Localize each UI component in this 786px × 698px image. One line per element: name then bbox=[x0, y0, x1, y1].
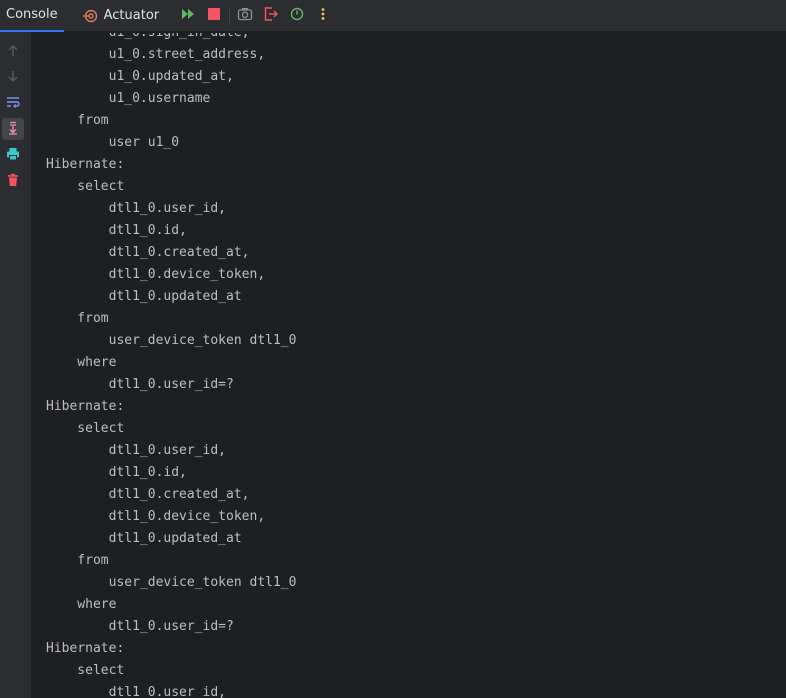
console-line: user_device_token dtl1_0 bbox=[46, 333, 297, 348]
toolbar-divider bbox=[229, 6, 231, 25]
scroll-down-icon bbox=[6, 68, 20, 87]
console-line: dtl1_0.id, bbox=[46, 223, 187, 238]
console-line: dtl1_0.user_id, bbox=[46, 685, 227, 698]
scroll-to-end-button[interactable] bbox=[2, 118, 24, 140]
console-line: dtl1_0.device_token, bbox=[46, 509, 266, 524]
console-line: select bbox=[46, 663, 125, 678]
console-line: dtl1_0.user_id=? bbox=[46, 619, 234, 634]
console-text: u1_0.sign_in_date, u1_0.street_address, … bbox=[46, 33, 296, 698]
console-line: Hibernate: bbox=[46, 641, 125, 656]
console-line: select bbox=[46, 421, 125, 436]
console-line: u1_0.updated_at, bbox=[46, 69, 234, 84]
scroll-down-button[interactable] bbox=[2, 66, 24, 88]
stop-button[interactable] bbox=[201, 3, 227, 29]
soft-wrap-button[interactable] bbox=[2, 92, 24, 114]
tab-console-label: Console bbox=[6, 7, 58, 22]
console-line: dtl1_0.user_id, bbox=[46, 201, 227, 216]
tab-actuator-label: Actuator bbox=[103, 8, 160, 23]
stop-icon bbox=[206, 6, 222, 26]
camera-icon bbox=[237, 6, 253, 26]
console-line: u1_0.street_address, bbox=[46, 47, 266, 62]
power-icon bbox=[289, 6, 305, 26]
console-line: where bbox=[46, 355, 117, 370]
console-line: from bbox=[46, 311, 109, 326]
exit-icon bbox=[263, 6, 279, 26]
scroll-up-button[interactable] bbox=[2, 41, 24, 63]
console-line: dtl1_0.created_at, bbox=[46, 487, 250, 502]
console-line: where bbox=[46, 597, 117, 612]
tab-console[interactable]: Console bbox=[0, 0, 64, 32]
clear-button[interactable] bbox=[2, 170, 24, 192]
console-line: dtl1_0.device_token, bbox=[46, 267, 266, 282]
power-button[interactable] bbox=[284, 3, 310, 29]
print-icon bbox=[6, 146, 20, 165]
console-line: dtl1_0.updated_at bbox=[46, 289, 242, 304]
console-line: dtl1_0.updated_at bbox=[46, 531, 242, 546]
console-line: dtl1_0.user_id=? bbox=[46, 377, 234, 392]
console-line: user u1_0 bbox=[46, 135, 180, 150]
console-line: Hibernate: bbox=[46, 157, 125, 172]
console-line: dtl1_0.id, bbox=[46, 465, 187, 480]
scroll-to-end-icon bbox=[6, 120, 20, 139]
soft-wrap-icon bbox=[6, 94, 20, 113]
clear-icon bbox=[6, 172, 20, 191]
scroll-up-icon bbox=[6, 43, 20, 62]
console-line: dtl1_0.user_id, bbox=[46, 443, 227, 458]
resume-button[interactable] bbox=[175, 3, 201, 29]
more-button[interactable] bbox=[310, 3, 336, 29]
console-line: u1_0.username bbox=[46, 91, 211, 106]
console-line: from bbox=[46, 113, 109, 128]
console-line: user_device_token dtl1_0 bbox=[46, 575, 297, 590]
resume-icon bbox=[180, 6, 196, 26]
console-line: Hibernate: bbox=[46, 399, 125, 414]
console-line: u1_0.sign_in_date, bbox=[46, 33, 296, 44]
exit-button[interactable] bbox=[258, 3, 284, 29]
console-output[interactable]: u1_0.sign_in_date, u1_0.street_address, … bbox=[32, 33, 786, 698]
print-button[interactable] bbox=[2, 144, 24, 166]
console-side-toolbar bbox=[0, 32, 32, 698]
console-line: dtl1_0.created_at, bbox=[46, 245, 250, 260]
actuator-icon bbox=[82, 8, 98, 24]
console-line: from bbox=[46, 553, 109, 568]
console-toolbar: Console Actuator bbox=[0, 0, 786, 32]
tab-actuator[interactable]: Actuator bbox=[78, 0, 164, 32]
screenshot-button[interactable] bbox=[232, 3, 258, 29]
console-line: select bbox=[46, 179, 125, 194]
more-icon bbox=[315, 6, 331, 26]
